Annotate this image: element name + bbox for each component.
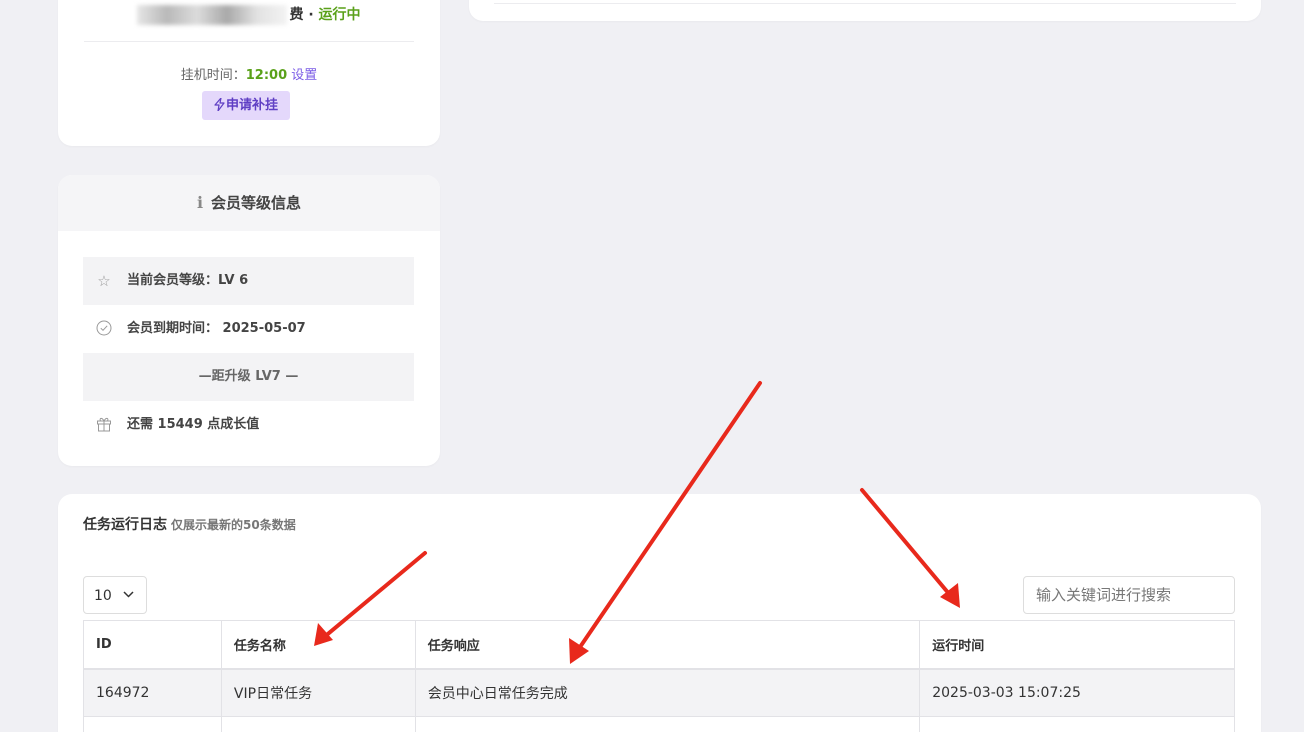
check-circle-icon <box>95 305 113 353</box>
page-size-select[interactable]: 10 <box>83 576 147 614</box>
member-expire-row: 会员到期时间： 2025-05-07 <box>83 305 414 353</box>
task-log-table: ID 任务名称 任务响应 运行时间 164972 VIP日常任务 会员中心日常任… <box>83 620 1235 732</box>
account-status-suffix: 费 · <box>289 7 319 23</box>
growth-needed-text: 还需 15449 点成长值 <box>127 417 260 432</box>
lightning-icon <box>214 97 225 112</box>
divider <box>84 41 414 42</box>
top-right-card <box>469 0 1261 21</box>
member-card-header: ℹ 会员等级信息 <box>58 175 440 231</box>
hang-time-line: 挂机时间：12:00 设置 <box>58 64 440 83</box>
divider <box>494 3 1236 4</box>
column-header-id[interactable]: ID <box>83 620 222 670</box>
search-input[interactable] <box>1023 576 1235 614</box>
member-card-title: 会员等级信息 <box>211 194 302 212</box>
star-icon: ☆ <box>97 272 111 290</box>
task-log-card: 任务运行日志仅展示最新的50条数据 10 ID 任务名称 任务响应 运行时间 1… <box>58 494 1261 732</box>
column-header-run-time[interactable]: 运行时间 <box>919 620 1235 670</box>
info-icon: ℹ <box>196 193 204 212</box>
member-level-text: 当前会员等级：LV 6 <box>127 273 249 288</box>
table-row <box>83 716 1235 732</box>
task-log-title: 任务运行日志 <box>83 517 167 533</box>
task-log-title-line: 任务运行日志 仅展示最新的50条数据 <box>83 514 296 534</box>
upgrade-text: —距升级 LV7 — <box>198 369 299 384</box>
column-header-task-name[interactable]: 任务名称 <box>220 620 416 670</box>
cell-id: 164972 <box>83 668 222 717</box>
redacted-username <box>137 5 288 25</box>
member-level-card: ℹ 会员等级信息 ☆ 当前会员等级：LV 6 会员到期时间： 2025-05-07… <box>58 175 440 466</box>
growth-needed-row: 还需 15449 点成长值 <box>83 401 414 449</box>
gift-icon <box>95 401 113 449</box>
hang-time-value: 12:00 <box>245 68 288 83</box>
member-level-row: ☆ 当前会员等级：LV 6 <box>83 257 414 305</box>
upgrade-divider-row: —距升级 LV7 — <box>83 353 414 401</box>
table-header-row: ID 任务名称 任务响应 运行时间 <box>83 620 1235 670</box>
account-card: 费 · 运行中 挂机时间：12:00 设置 申请补挂 <box>58 0 440 146</box>
apply-rehang-label: 申请补挂 <box>225 98 278 113</box>
cell-id <box>83 716 222 732</box>
cell-run-time <box>919 716 1235 732</box>
cell-task-name <box>220 716 416 732</box>
table-row: 164972 VIP日常任务 会员中心日常任务完成 2025-03-03 15:… <box>83 668 1235 717</box>
page-size-value: 10 <box>94 588 112 604</box>
task-log-subtitle: 仅展示最新的50条数据 <box>171 518 296 532</box>
cell-task-name: VIP日常任务 <box>220 668 416 717</box>
apply-rehang-button[interactable]: 申请补挂 <box>202 91 290 120</box>
cell-task-response: 会员中心日常任务完成 <box>414 668 921 717</box>
hang-time-label: 挂机时间： <box>180 68 246 83</box>
column-header-task-response[interactable]: 任务响应 <box>414 620 921 670</box>
status-running: 运行中 <box>318 7 361 23</box>
chevron-down-icon <box>123 577 134 615</box>
member-expire-text: 会员到期时间： 2025-05-07 <box>127 321 306 336</box>
hang-time-settings-link[interactable]: 设置 <box>291 68 317 83</box>
cell-run-time: 2025-03-03 15:07:25 <box>919 668 1235 717</box>
account-status-line: 费 · 运行中 <box>58 4 440 25</box>
cell-task-response <box>414 716 921 732</box>
